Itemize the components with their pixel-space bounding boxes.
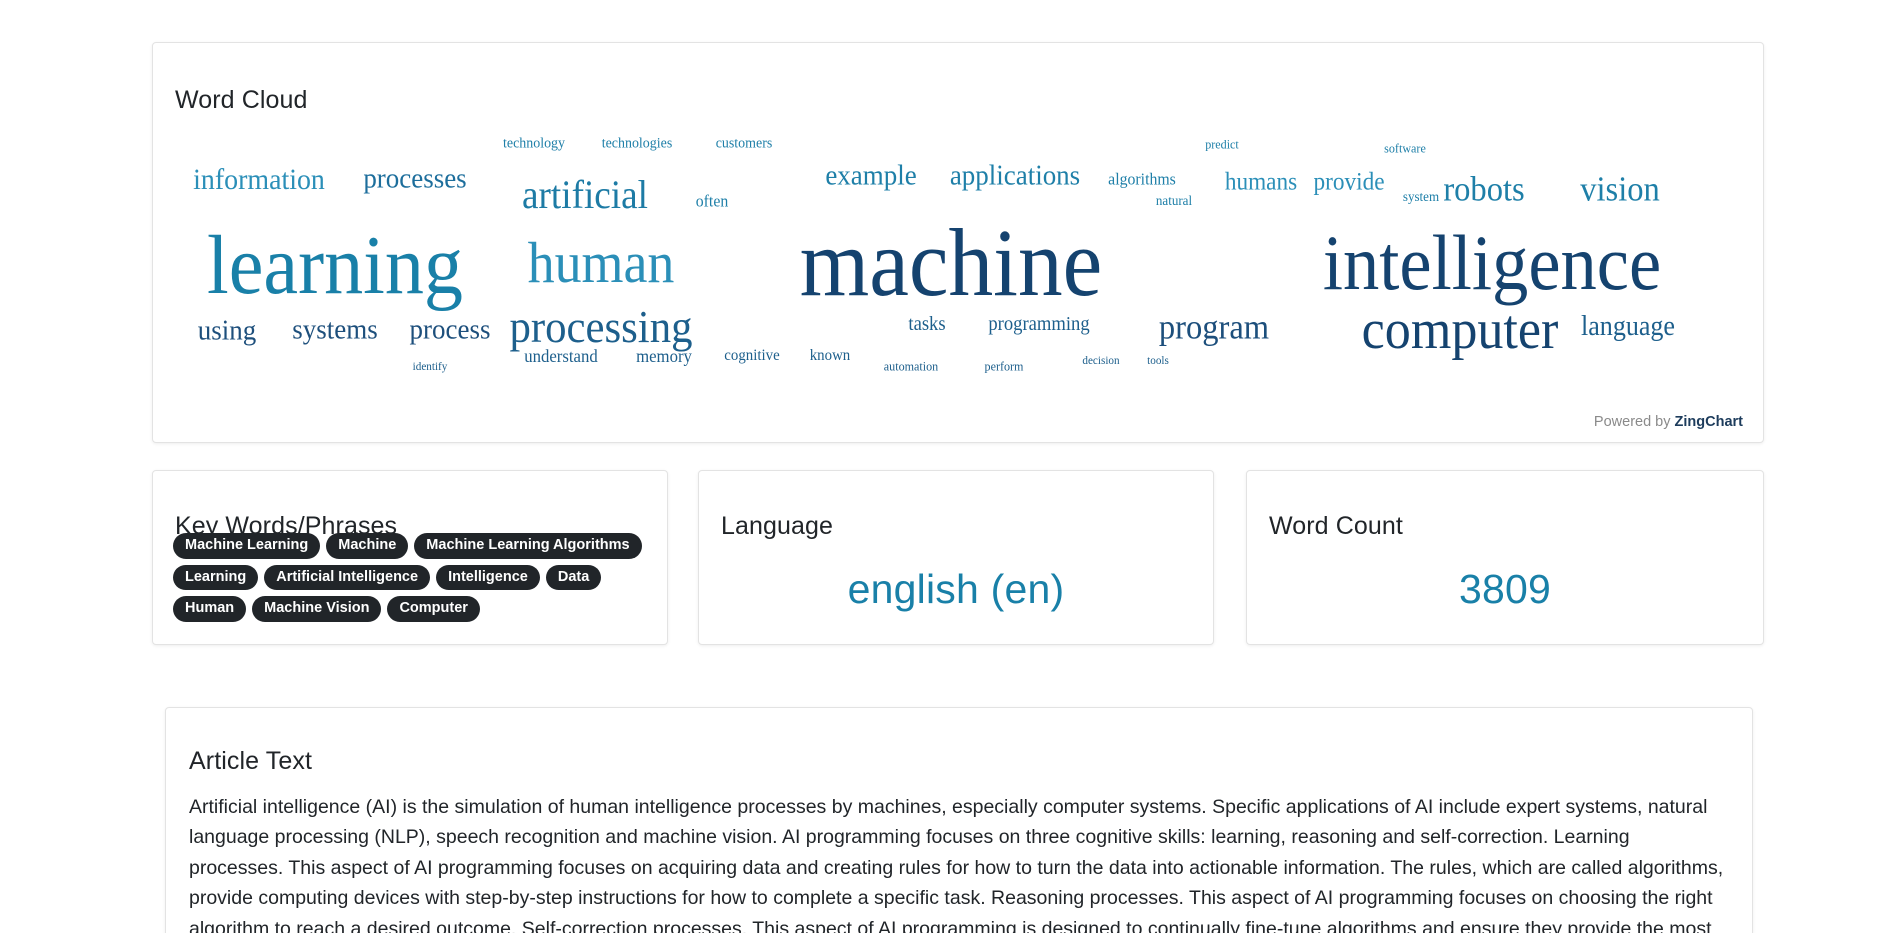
language-title: Language	[721, 511, 834, 540]
word-cloud-word[interactable]: program	[1159, 309, 1269, 344]
article-text-title: Article Text	[189, 746, 313, 775]
article-text-body: Artificial intelligence (AI) is the simu…	[189, 795, 1724, 933]
word-cloud-word[interactable]: example	[826, 161, 917, 190]
word-cloud-word[interactable]: human	[527, 233, 674, 292]
word-cloud-word[interactable]: system	[1403, 190, 1439, 205]
word-cloud-word[interactable]: language	[1581, 312, 1675, 341]
word-cloud-title: Word Cloud	[175, 85, 308, 114]
language-value: english (en)	[847, 566, 1065, 612]
word-cloud-word[interactable]: algorithms	[1108, 170, 1176, 187]
word-cloud-word[interactable]: processes	[363, 164, 466, 193]
word-cloud-word[interactable]: identify	[413, 360, 448, 372]
word-cloud-word[interactable]: processing	[509, 303, 692, 350]
keyword-chip[interactable]: Artificial Intelligence	[264, 564, 431, 590]
word-count-card: Word Count 3809	[1246, 470, 1764, 645]
word-cloud-word[interactable]: intelligence	[1323, 223, 1661, 302]
word-cloud-word[interactable]: vision	[1580, 171, 1660, 206]
word-cloud-word[interactable]: applications	[950, 161, 1080, 190]
word-cloud-word[interactable]: natural	[1156, 195, 1192, 209]
word-cloud-word[interactable]: learning	[207, 223, 463, 308]
word-cloud-word[interactable]: customers	[716, 136, 773, 152]
word-cloud-word[interactable]: predict	[1205, 138, 1239, 151]
word-cloud-word[interactable]: process	[409, 315, 490, 344]
keyword-chip[interactable]: Machine Learning	[173, 533, 321, 559]
word-cloud-word[interactable]: tools	[1147, 354, 1169, 366]
keyword-chip[interactable]: Data	[545, 564, 602, 590]
keyword-chip[interactable]: Learning	[173, 564, 259, 590]
language-card: Language english (en)	[698, 470, 1214, 645]
keyword-chip[interactable]: Machine Learning Algorithms	[414, 533, 642, 559]
word-cloud-word[interactable]: machine	[800, 214, 1102, 311]
keyword-chip[interactable]: Computer	[387, 596, 480, 622]
word-cloud-word[interactable]: computer	[1362, 302, 1559, 358]
word-cloud-word[interactable]: robots	[1444, 171, 1525, 206]
word-count-value: 3809	[1458, 566, 1551, 612]
keyword-chip[interactable]: Human	[173, 596, 247, 622]
key-words-chip-list: Machine Learning Machine Machine Learning …	[173, 533, 651, 622]
article-text-card: Article Text Artificial intelligence (AI…	[165, 707, 1753, 933]
zingchart-credit[interactable]: Powered by ZingChart	[1594, 414, 1743, 430]
word-cloud-word[interactable]: artificial	[522, 174, 648, 215]
word-cloud-word[interactable]: software	[1384, 142, 1426, 155]
word-cloud-word[interactable]: information	[193, 165, 325, 195]
word-cloud-word[interactable]: using	[197, 316, 255, 346]
keyword-chip[interactable]: Machine Vision	[252, 596, 382, 622]
word-cloud-word[interactable]: memory	[637, 347, 693, 365]
key-words-card: Key Words/Phrases Machine Learning Machin…	[152, 470, 668, 645]
word-cloud-word[interactable]: automation	[884, 359, 938, 372]
word-cloud-word[interactable]: understand	[524, 347, 597, 365]
word-cloud-word[interactable]: programming	[988, 314, 1089, 334]
word-cloud-word[interactable]: technology	[503, 136, 565, 152]
word-cloud-word[interactable]: provide	[1314, 169, 1385, 194]
word-cloud-word[interactable]: cognitive	[724, 347, 779, 364]
word-count-title: Word Count	[1269, 511, 1403, 540]
word-cloud-word[interactable]: known	[810, 347, 851, 364]
word-cloud-word[interactable]: perform	[984, 359, 1023, 372]
word-cloud-word[interactable]: systems	[292, 315, 377, 344]
word-cloud-word[interactable]: tasks	[909, 314, 946, 334]
zingchart-brand: ZingChart	[1674, 414, 1743, 430]
word-cloud-card: Word Cloud machine learning intelligence hu…	[152, 42, 1764, 443]
word-cloud-word[interactable]: often	[696, 192, 728, 209]
keyword-chip[interactable]: Intelligence	[436, 564, 540, 590]
word-cloud-word[interactable]: decision	[1082, 354, 1119, 366]
keyword-chip[interactable]: Machine	[326, 533, 409, 559]
word-cloud-word[interactable]: technologies	[602, 136, 673, 152]
word-cloud-word[interactable]: humans	[1225, 169, 1297, 194]
word-cloud-canvas[interactable]: machine learning intelligence human computer…	[163, 115, 1755, 405]
zingchart-credit-prefix: Powered by	[1593, 414, 1675, 430]
